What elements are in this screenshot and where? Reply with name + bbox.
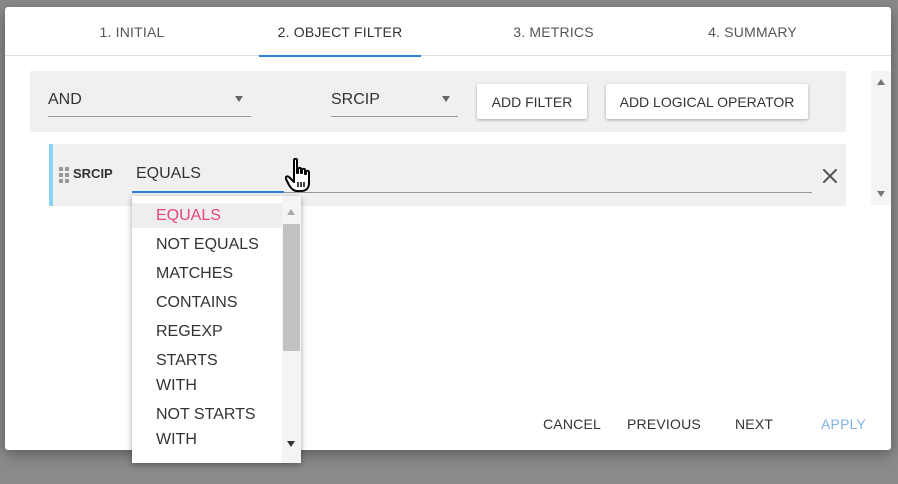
option-matches[interactable]: MATCHES: [132, 261, 282, 286]
scrollbar-thumb[interactable]: [283, 224, 300, 351]
option-regexp[interactable]: REGEXP: [132, 319, 282, 344]
operator-select[interactable]: EQUALS: [132, 156, 812, 193]
wizard-tabs: 1. INITIAL 2. OBJECT FILTER 3. METRICS 4…: [5, 7, 891, 57]
tab-summary[interactable]: 4. SUMMARY: [681, 7, 824, 56]
tab-object-filter[interactable]: 2. OBJECT FILTER: [259, 7, 421, 57]
cancel-button[interactable]: CANCEL: [543, 410, 601, 438]
add-logical-operator-button[interactable]: ADD LOGICAL OPERATOR: [606, 84, 808, 119]
drag-handle-icon[interactable]: [59, 167, 69, 183]
field-select-value: SRCIP: [331, 90, 380, 108]
option-not-starts-with-line1[interactable]: NOT STARTS: [132, 402, 282, 427]
option-starts-with-line2[interactable]: WITH: [132, 373, 282, 398]
chevron-down-icon: [442, 96, 450, 102]
dropdown-scrollbar[interactable]: [282, 196, 301, 463]
operator-dropdown-menu: EQUALS NOT EQUALS MATCHES CONTAINS REGEX…: [132, 196, 301, 463]
logic-operator-value: AND: [48, 90, 82, 108]
option-equals[interactable]: EQUALS: [132, 203, 282, 228]
content-scrollbar[interactable]: [871, 71, 891, 205]
next-button[interactable]: NEXT: [735, 410, 773, 438]
option-starts-with-line1[interactable]: STARTS: [132, 348, 282, 373]
filter-toolbar: AND SRCIP ADD FILTER ADD LOGICAL OPERATO…: [30, 71, 846, 132]
operator-select-value: EQUALS: [136, 165, 201, 182]
tab-metrics[interactable]: 3. METRICS: [487, 7, 620, 56]
filter-field-label: SRCIP: [73, 166, 113, 181]
scroll-down-icon[interactable]: [287, 441, 295, 447]
close-icon[interactable]: [821, 167, 839, 185]
scroll-up-icon[interactable]: [877, 79, 885, 85]
hand-cursor-icon: [285, 158, 310, 192]
option-not-equals[interactable]: NOT EQUALS: [132, 232, 282, 257]
previous-button[interactable]: PREVIOUS: [627, 410, 701, 438]
logic-operator-select[interactable]: AND: [48, 83, 251, 117]
operator-focus-underline: [132, 191, 284, 193]
scroll-down-icon[interactable]: [877, 191, 885, 197]
field-select[interactable]: SRCIP: [331, 83, 458, 117]
scroll-up-icon[interactable]: [287, 209, 295, 215]
option-contains[interactable]: CONTAINS: [132, 290, 282, 315]
tab-initial[interactable]: 1. INITIAL: [65, 7, 199, 56]
chevron-down-icon: [235, 96, 243, 102]
add-filter-button[interactable]: ADD FILTER: [477, 84, 587, 119]
apply-button[interactable]: APPLY: [821, 410, 866, 438]
option-not-starts-with-line2[interactable]: WITH: [132, 427, 282, 452]
